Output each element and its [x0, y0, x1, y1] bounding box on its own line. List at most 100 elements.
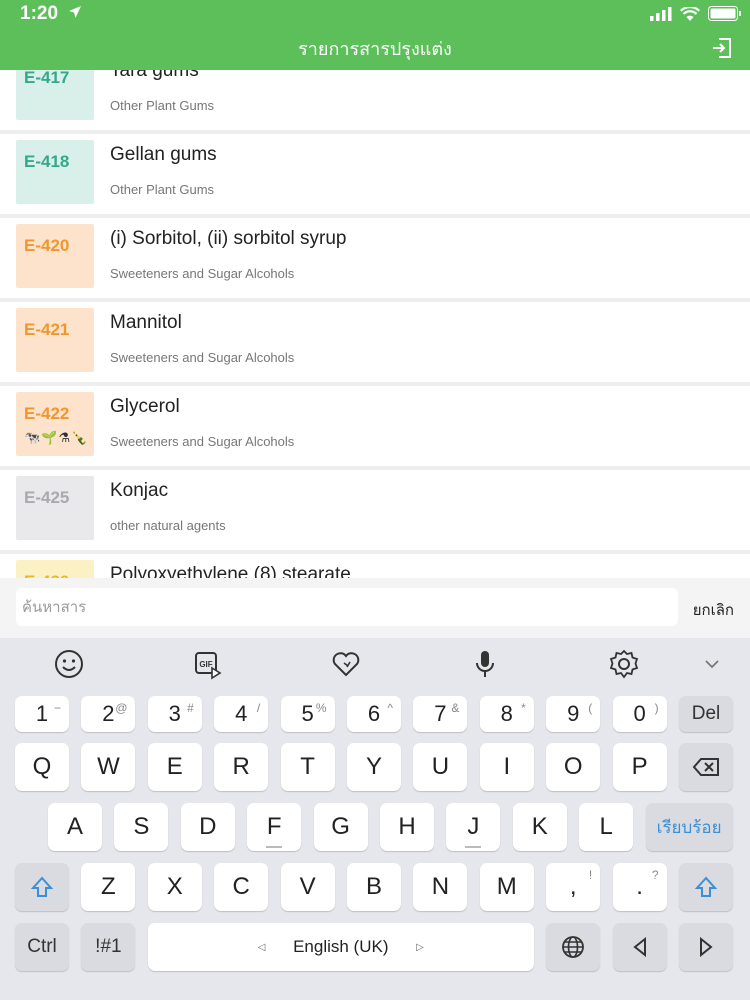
key-y-label: Y [365, 753, 382, 780]
key-9[interactable]: 9( [546, 696, 601, 732]
cursor-right-key[interactable] [679, 923, 733, 971]
delete-key[interactable]: Del [679, 696, 733, 732]
key-2[interactable]: 2 @ [81, 696, 136, 732]
gif-icon[interactable]: GIF [189, 646, 225, 682]
microphone-icon[interactable] [467, 646, 503, 682]
key-x[interactable]: X [147, 863, 202, 911]
key-j[interactable]: J [446, 803, 501, 851]
list-item[interactable]: E-420 (i) Sorbitol, (ii) sorbitol syrup Sw… [0, 218, 750, 302]
key-q[interactable]: Q [15, 743, 69, 791]
key-period[interactable]: .? [612, 863, 667, 911]
additive-name: Mannitol [110, 312, 182, 333]
key-r-label: R [232, 753, 250, 780]
code-badge: E-421 [16, 308, 94, 372]
key-4[interactable]: 4/ [214, 696, 269, 732]
key-3[interactable]: 3 # [147, 696, 202, 732]
key-f[interactable]: F [247, 803, 302, 851]
key-8-alt-char: * [521, 701, 526, 715]
key-5[interactable]: 5% [280, 696, 335, 732]
list-item[interactable]: E-430 Polyoxyethylene (8) stearate [0, 554, 750, 578]
key-0[interactable]: 0) [612, 696, 667, 732]
key-r[interactable]: R [214, 743, 269, 791]
signal-icon [650, 6, 672, 21]
caret-left-icon: ◁ [257, 941, 266, 953]
key-u[interactable]: U [413, 743, 468, 791]
done-key-label: เรียบร้อย [656, 817, 722, 837]
logout-icon[interactable] [710, 36, 734, 60]
done-key[interactable]: เรียบร้อย [645, 803, 733, 851]
key-b[interactable]: B [347, 863, 401, 911]
key-l[interactable]: L [579, 803, 634, 851]
additive-code: E-422 [24, 404, 70, 423]
settings-gear-icon[interactable] [606, 646, 642, 682]
key-i[interactable]: I [479, 743, 534, 791]
key-l-label: L [599, 813, 613, 840]
status-indicators [650, 6, 742, 21]
key-o-label: O [563, 753, 583, 780]
key-w[interactable]: W [81, 743, 136, 791]
globe-icon [562, 936, 585, 958]
list-item[interactable]: E-422 🐄🌱⚗🍾 Glycerol Sweeteners and Sugar Al… [0, 386, 750, 470]
key-a[interactable]: A [48, 803, 102, 851]
key-8[interactable]: 8 * [479, 696, 534, 732]
delete-key-label: Del [691, 703, 721, 724]
key-h[interactable]: H [380, 803, 434, 851]
language-key[interactable] [546, 923, 601, 971]
ctrl-key[interactable]: Ctrl [15, 923, 69, 971]
spacebar-label: English (UK) [293, 937, 389, 956]
additive-code: E-417 [24, 68, 70, 87]
key-m[interactable]: M [479, 863, 534, 911]
key-i-label: I [503, 753, 511, 780]
keyboard-toolbar: GIF [0, 638, 750, 690]
shift-key-right[interactable] [679, 863, 733, 911]
key-n[interactable]: N [413, 863, 468, 911]
key-m-label: M [496, 873, 517, 900]
key-g-label: G [331, 813, 350, 840]
spacebar[interactable]: English (UK) ◁ ▷ [147, 923, 534, 971]
key-d[interactable]: D [180, 803, 235, 851]
additive-code: E-420 [24, 236, 70, 255]
additive-name: Gellan gums [110, 144, 217, 165]
key-g[interactable]: G [313, 803, 368, 851]
cursor-left-key[interactable] [612, 923, 667, 971]
search-input[interactable] [16, 588, 678, 626]
key-c[interactable]: C [214, 863, 269, 911]
cancel-button[interactable]: ยกเลิก [693, 598, 734, 622]
additive-category: Other Plant Gums [110, 98, 215, 113]
list-item[interactable]: E-425 Konjac other natural agents [0, 470, 750, 554]
sticker-heart-icon[interactable] [328, 646, 364, 682]
key-1[interactable]: 1− [15, 696, 69, 732]
key-1-label: 1 [35, 701, 49, 726]
app-screen: 1:20 รายการสารปรุงแต่ง E-417 Tara gums O… [0, 0, 750, 1000]
accent-indicator [266, 846, 283, 848]
list-item[interactable]: E-418 Gellan gums Other Plant Gums [0, 134, 750, 218]
key-k[interactable]: K [512, 803, 567, 851]
key-v[interactable]: V [280, 863, 335, 911]
symbols-key[interactable]: !#1 [81, 923, 136, 971]
key-c-label: C [232, 873, 250, 900]
shift-key-left[interactable] [15, 863, 69, 911]
key-s[interactable]: S [114, 803, 169, 851]
key-8-label: 8 [500, 701, 513, 726]
key-7[interactable]: 7 & [413, 696, 468, 732]
key-0-label: 0 [633, 701, 646, 726]
list-item[interactable]: E-421 Mannitol Sweeteners and Sugar Alcoho… [0, 302, 750, 386]
key-period-label: . [636, 873, 643, 900]
chevron-down-icon[interactable] [694, 646, 730, 682]
arrow-right-icon [700, 937, 713, 957]
key-e[interactable]: E [147, 743, 202, 791]
key-z[interactable]: Z [81, 863, 136, 911]
header-bar: 1:20 รายการสารปรุงแต่ง [0, 0, 750, 70]
key-p[interactable]: P [612, 743, 667, 791]
key-6[interactable]: 6 ^ [347, 696, 401, 732]
key-t-label: T [300, 753, 315, 780]
key-6-label: 6 [367, 701, 381, 726]
key-o[interactable]: O [546, 743, 601, 791]
key-comma[interactable]: ,! [546, 863, 601, 911]
backspace-key[interactable] [679, 743, 733, 791]
key-t[interactable]: T [280, 743, 335, 791]
key-y[interactable]: Y [347, 743, 401, 791]
page-title: รายการสารปรุงแต่ง [298, 39, 452, 59]
emoji-icon[interactable] [51, 646, 87, 682]
code-badge: E-430 [16, 560, 94, 578]
